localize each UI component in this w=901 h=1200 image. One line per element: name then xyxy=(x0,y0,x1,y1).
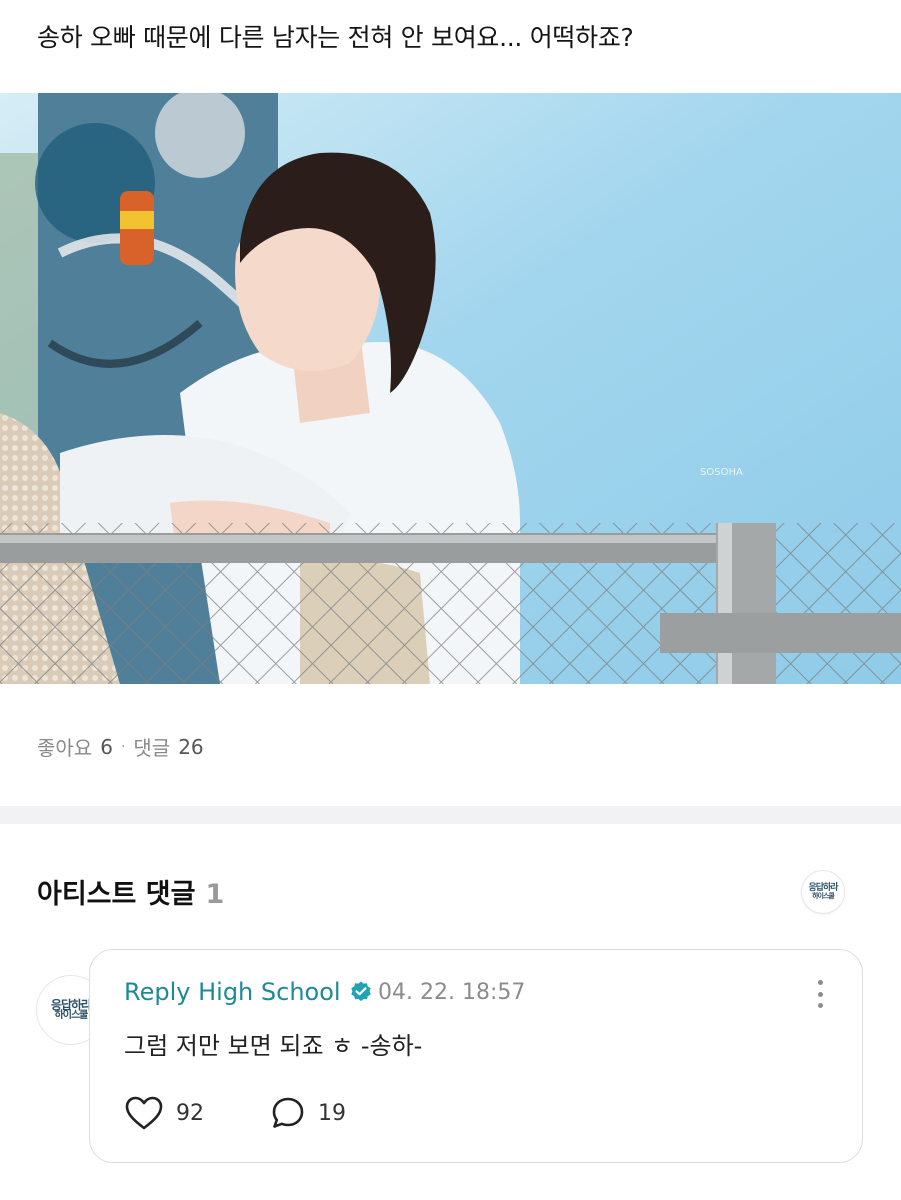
comment-author[interactable]: Reply High School xyxy=(124,978,373,1006)
logo-line-2: 하이스쿨 xyxy=(812,892,835,900)
reply-count: 19 xyxy=(318,1100,346,1126)
like-button[interactable]: 92 xyxy=(124,1095,204,1131)
svg-text:SOSOHA: SOSOHA xyxy=(700,467,743,478)
logo-icon: 응답하라 하이스쿨 xyxy=(808,884,838,900)
post-stats: 좋아요 6 · 댓글 26 xyxy=(37,732,204,761)
like-count: 92 xyxy=(176,1100,204,1126)
artist-comments-count: 1 xyxy=(205,879,225,910)
artist-comment-card: Reply High School 04. 22. 18:57 그럼 저만 보면… xyxy=(89,949,863,1163)
likes-label[interactable]: 좋아요 xyxy=(37,732,92,761)
avatar-logo-icon: 응답하라 하이스쿨 xyxy=(51,999,92,1021)
artist-logo[interactable]: 응답하라 하이스쿨 xyxy=(801,870,845,914)
comment-actions: 92 19 xyxy=(124,1095,412,1131)
verified-badge-icon xyxy=(350,981,371,1002)
comments-count: 26 xyxy=(178,734,204,759)
comment-author-name[interactable]: Reply High School xyxy=(124,978,341,1006)
comments-label[interactable]: 댓글 xyxy=(133,732,170,761)
section-divider xyxy=(0,806,901,824)
photo-of-artist: SOSOHA xyxy=(0,93,901,684)
more-options-icon[interactable] xyxy=(808,978,832,1010)
artist-comments-title: 아티스트 댓글 xyxy=(37,879,196,910)
likes-count: 6 xyxy=(100,734,113,759)
avatar-logo-line-2: 하이스쿨 xyxy=(54,1010,89,1021)
stats-separator: · xyxy=(120,738,126,755)
heart-icon xyxy=(125,1096,163,1130)
comment-text: 그럼 저만 보면 되죠 ㅎ -송하- xyxy=(124,1032,423,1060)
comment-timestamp: 04. 22. 18:57 xyxy=(378,980,526,1005)
post-title: 송하 오빠 때문에 다른 남자는 전혀 안 보여요... 어떡하죠? xyxy=(37,23,634,52)
artist-comments-heading: 아티스트 댓글 1 xyxy=(37,872,224,911)
speech-bubble-icon xyxy=(272,1097,304,1128)
post-image[interactable]: SOSOHA xyxy=(0,93,901,684)
reply-button[interactable]: 19 xyxy=(270,1095,346,1131)
